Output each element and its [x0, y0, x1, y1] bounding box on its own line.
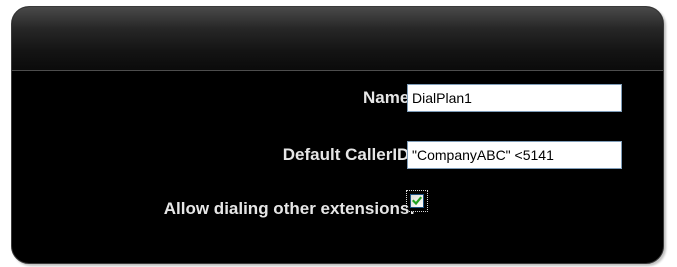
- name-input[interactable]: [407, 84, 622, 112]
- checkmark-icon: [412, 196, 422, 206]
- default-callerid-label: Default CallerID:: [282, 145, 415, 164]
- panel-header: [12, 7, 663, 71]
- allow-dialing-checkbox[interactable]: [410, 194, 424, 208]
- allow-dialing-label: Allow dialing other extensions:: [163, 199, 415, 218]
- default-callerid-input[interactable]: [407, 141, 622, 169]
- dialplan-panel: [11, 6, 664, 264]
- allow-dialing-checkbox-focus[interactable]: [406, 190, 428, 212]
